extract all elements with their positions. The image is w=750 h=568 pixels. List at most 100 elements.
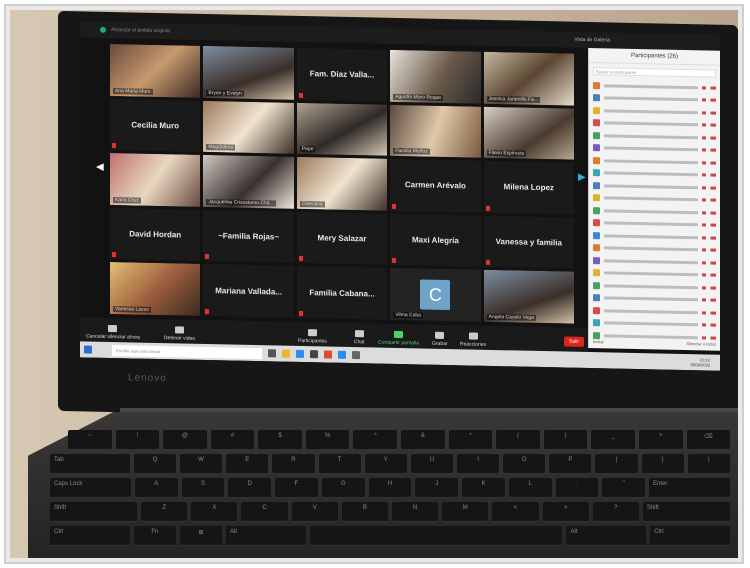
keyboard-key[interactable]: F [275, 478, 318, 498]
participant-tile[interactable]: C Vilma Cuba [390, 268, 481, 322]
keyboard-key[interactable]: > [542, 502, 589, 522]
keyboard-key[interactable]: ^ [353, 430, 398, 450]
keyboard-key[interactable]: ) [543, 430, 588, 450]
participant-tile[interactable]: Pepe [296, 102, 388, 156]
record-button[interactable]: Grabar [432, 331, 448, 347]
next-page-arrow-icon[interactable]: ▶ [578, 172, 588, 188]
keyboard-key[interactable]: ⌫ [686, 430, 731, 450]
participant-tile[interactable]: Magdalena [203, 100, 294, 155]
keyboard-key[interactable]: S [181, 478, 225, 498]
keyboard-key[interactable]: I [456, 454, 500, 474]
keyboard-key[interactable]: " [602, 478, 646, 498]
participant-tile[interactable]: Vanessa Lasso [110, 262, 201, 316]
keyboard-key[interactable]: & [401, 430, 445, 450]
task-view-icon[interactable] [268, 349, 276, 358]
keyboard-key[interactable]: _ [591, 430, 635, 450]
keyboard-key[interactable]: @ [163, 430, 207, 450]
keyboard-key[interactable]: } [641, 454, 684, 474]
keyboard-key[interactable]: Alt [566, 526, 647, 546]
participant-tile[interactable]: Flavio Espinoza [483, 106, 574, 160]
mute-all-button[interactable]: Silenciar a todos [686, 341, 716, 347]
store-icon[interactable] [310, 350, 318, 359]
unmute-button[interactable]: Cancelar silenciar ahora [86, 324, 140, 341]
topbar-title[interactable]: Alcanzar el ámbito original [111, 27, 170, 34]
space-key[interactable] [309, 526, 563, 546]
keyboard-key[interactable]: C [241, 502, 288, 522]
keyboard-key[interactable]: Tab [50, 454, 130, 474]
keyboard-key[interactable]: < [492, 502, 539, 522]
participant-tile[interactable]: Bryan y Evelyn [203, 45, 294, 100]
windows-start-icon[interactable] [84, 345, 92, 354]
participant-tile[interactable]: David Hordan [110, 207, 201, 262]
participants-button[interactable]: Participantes [298, 329, 327, 345]
file-explorer-icon[interactable] [282, 349, 290, 358]
participant-tile[interactable]: Milena Lopez [483, 160, 574, 215]
keyboard-key[interactable]: Alt [226, 526, 306, 546]
participant-tile[interactable]: Agustín Muro Roque [390, 49, 481, 104]
keyboard-key[interactable]: Ctrl [50, 526, 130, 546]
keyboard-key[interactable]: X [191, 502, 238, 522]
share-screen-button[interactable]: Compartir pantalla [378, 330, 419, 346]
keyboard-key[interactable]: ( [496, 430, 540, 450]
keyboard-key[interactable]: M [442, 502, 489, 522]
participant-tile[interactable]: Familia Muñoz [390, 104, 481, 158]
keyboard-key[interactable]: P [549, 454, 592, 474]
reactions-button[interactable]: Reacciones [460, 332, 486, 348]
gallery-view-button[interactable]: Vista de Galería [574, 32, 610, 49]
keyboard-key[interactable]: Ctrl [650, 526, 731, 546]
keyboard-key[interactable]: Y [364, 454, 407, 474]
keyboard-key[interactable]: V [291, 502, 338, 522]
keyboard-key[interactable]: Z [141, 502, 188, 522]
participant-tile[interactable]: Mery Salazar [296, 211, 388, 266]
chrome-icon[interactable] [324, 350, 332, 359]
invite-button[interactable]: Invitar [593, 339, 604, 344]
app-icon[interactable] [352, 351, 360, 360]
participant-tile[interactable]: Angela Cayelo Vega [483, 270, 574, 324]
participant-tile[interactable]: Jacqueline Crisostomo Chá... [203, 155, 294, 209]
participant-tile[interactable]: Fam. Diaz Valla... [296, 47, 388, 102]
participant-tile[interactable]: Ana Maria Muro [110, 43, 201, 98]
participant-tile[interactable]: Cecilia Muro [110, 98, 201, 153]
keyboard-key[interactable]: ⊞ [179, 526, 223, 546]
keyboard-key[interactable]: # [210, 430, 255, 450]
system-tray-clock[interactable]: 23:12 15/06/2020 [690, 357, 710, 367]
keyboard-key[interactable]: Shift [642, 502, 730, 522]
participant-tile[interactable]: Familia Cabana... [296, 266, 388, 320]
keyboard-key[interactable]: ? [592, 502, 639, 522]
keyboard-key[interactable]: G [321, 478, 365, 498]
edge-icon[interactable] [296, 349, 304, 359]
keyboard-key[interactable]: L [508, 478, 552, 498]
participant-tile[interactable]: Jessica Jaramillo Fa... [483, 51, 574, 106]
keyboard-key[interactable]: Fn [133, 526, 176, 546]
keyboard-key[interactable]: B [341, 502, 388, 522]
keyboard-key[interactable]: % [305, 430, 350, 450]
taskbar-search-input[interactable]: Escribe aquí para buscar [112, 344, 262, 359]
keyboard-key[interactable]: O [503, 454, 546, 474]
keyboard-key[interactable]: R [272, 454, 315, 474]
participant-tile[interactable]: ~Familia Rojas~ [203, 209, 294, 264]
keyboard-key[interactable]: Caps Lock [50, 478, 131, 498]
prev-page-arrow-icon[interactable]: ◀ [96, 162, 106, 178]
keyboard-key[interactable]: D [228, 478, 272, 498]
leave-meeting-button[interactable]: Salir [563, 336, 584, 347]
chat-button[interactable]: Chat [354, 330, 365, 345]
keyboard-key[interactable]: K [462, 478, 505, 498]
keyboard-key[interactable]: $ [258, 430, 302, 450]
keyboard-key[interactable]: * [448, 430, 493, 450]
keyboard-key[interactable]: H [368, 478, 412, 498]
keyboard-key[interactable]: Shift [50, 502, 138, 522]
keyboard-key[interactable]: W [180, 454, 223, 474]
keyboard-key[interactable]: ~ [68, 430, 112, 450]
keyboard-key[interactable]: N [391, 502, 439, 522]
participant-tile[interactable]: Celestina [296, 157, 388, 211]
keyboard-key[interactable]: { [595, 454, 638, 474]
keyboard-key[interactable]: ! [115, 430, 160, 450]
keyboard-key[interactable]: A [134, 478, 178, 498]
participant-tile[interactable]: Karla Cruz [110, 153, 201, 207]
keyboard-key[interactable]: T [318, 454, 361, 474]
participants-search-input[interactable]: Buscar un participante [593, 67, 716, 78]
participant-tile[interactable]: Mariana Vallada... [203, 264, 294, 318]
keyboard-key[interactable]: Enter [649, 478, 730, 498]
zoom-app-icon[interactable] [338, 350, 346, 359]
keyboard-key[interactable]: Q [133, 454, 177, 474]
